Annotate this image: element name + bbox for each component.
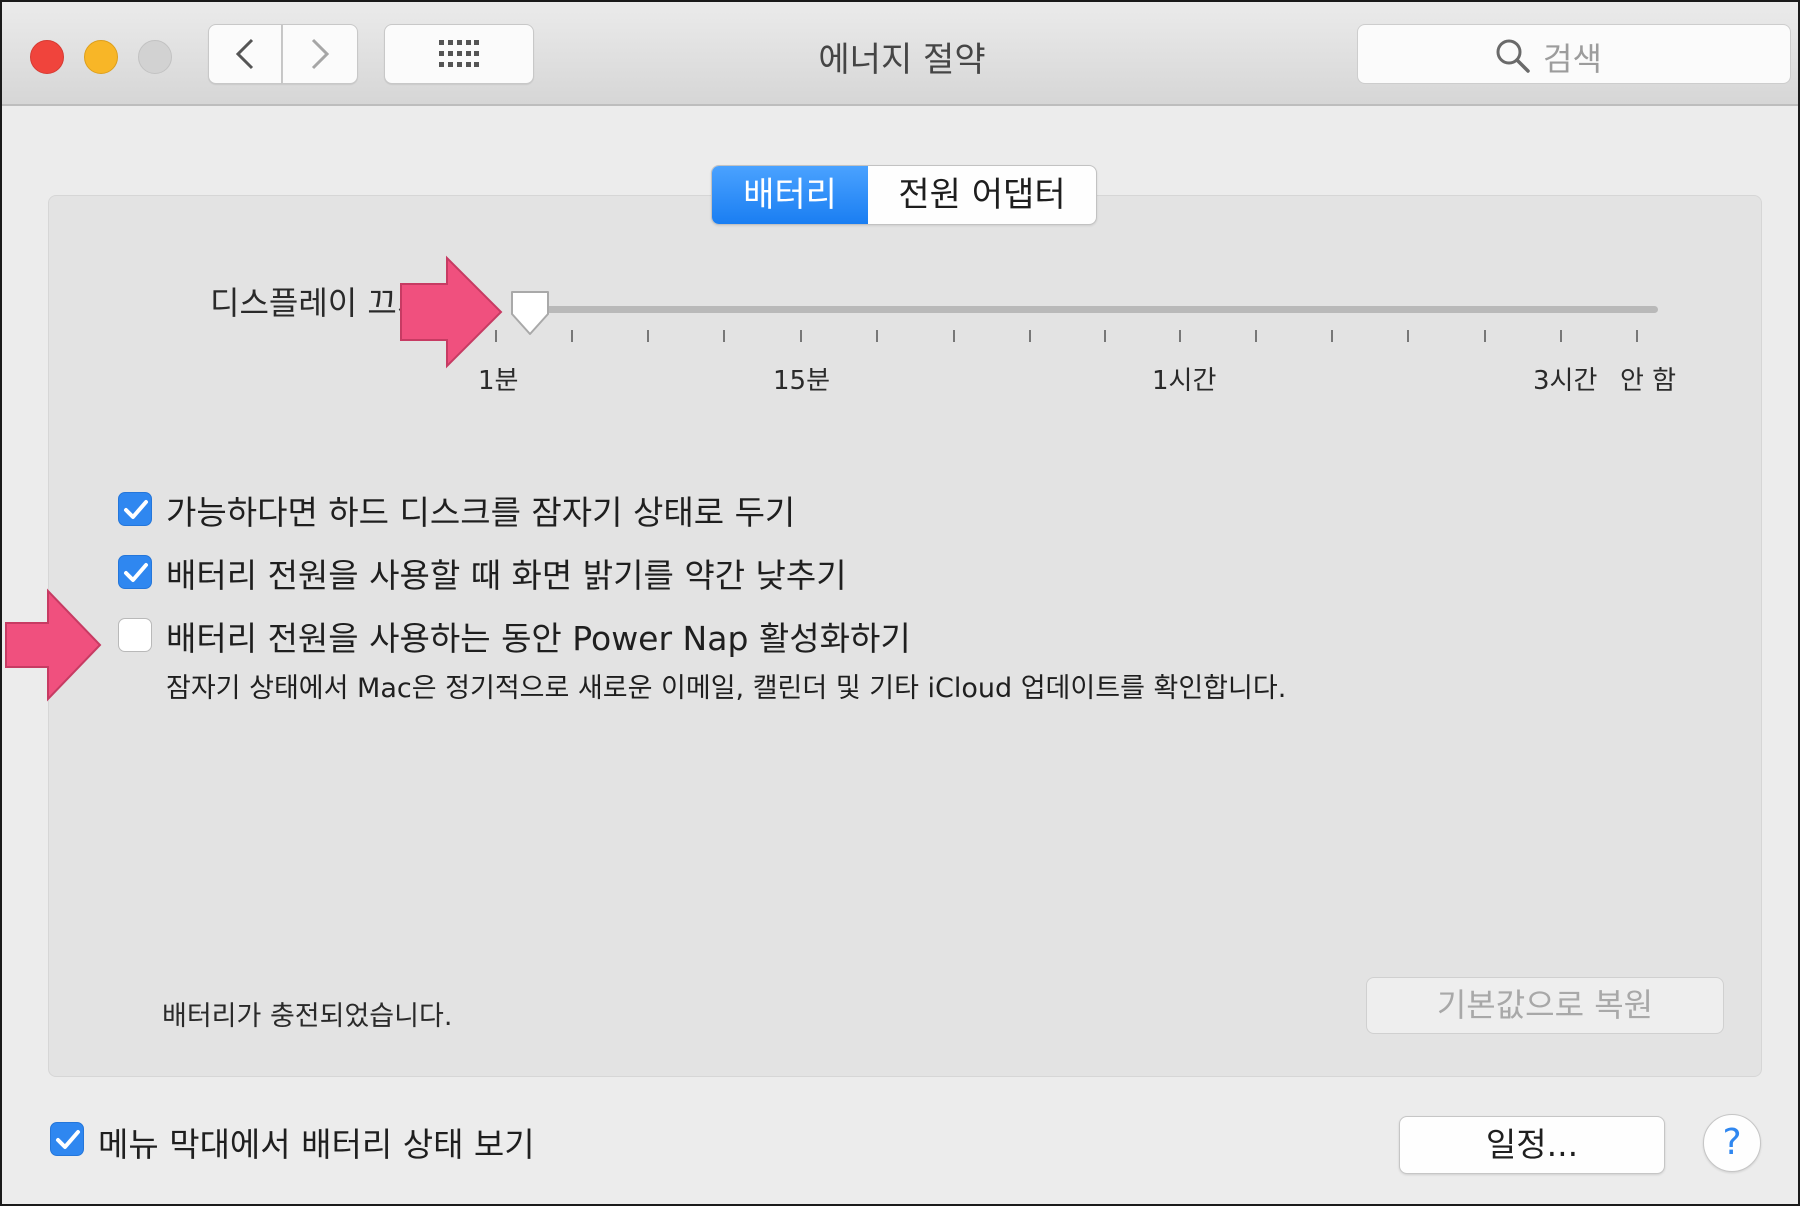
hard-disk-sleep-label: 가능하다면 하드 디스크를 잠자기 상태로 두기 <box>166 493 796 532</box>
slider-tick <box>1636 330 1638 342</box>
schedule-button[interactable]: 일정... <box>1399 1116 1665 1174</box>
close-window-button[interactable] <box>30 40 64 74</box>
slider-tick <box>1407 330 1409 342</box>
tab-battery[interactable]: 배터리 <box>712 166 868 224</box>
display-sleep-slider-track[interactable] <box>530 306 1658 313</box>
slider-tick <box>1029 330 1031 342</box>
search-field[interactable]: 검색 <box>1357 24 1791 84</box>
display-sleep-slider-thumb[interactable] <box>508 288 552 338</box>
window-title: 에너지 절약 <box>818 40 986 80</box>
chevron-right-icon <box>311 38 330 70</box>
tick-label-never: 안 함 <box>1620 366 1677 396</box>
tick-label-1hour: 1시간 <box>1152 366 1217 396</box>
power-nap-label: 배터리 전원을 사용하는 동안 Power Nap 활성화하기 <box>166 619 911 658</box>
menu-bar-battery-checkbox[interactable] <box>50 1122 84 1156</box>
slider-tick <box>723 330 725 342</box>
slider-tick <box>647 330 649 342</box>
tab-power-adapter[interactable]: 전원 어댑터 <box>868 166 1096 224</box>
slider-tick <box>1331 330 1333 342</box>
checkmark-icon <box>124 563 148 582</box>
checkmark-icon <box>56 1130 80 1149</box>
slider-tick <box>1484 330 1486 342</box>
grid-icon <box>439 40 479 67</box>
slider-tick <box>1560 330 1562 342</box>
show-all-button[interactable] <box>384 24 534 84</box>
checkmark-icon <box>124 500 148 519</box>
annotation-arrow-icon <box>400 255 503 369</box>
power-nap-description: 잠자기 상태에서 Mac은 정기적으로 새로운 이메일, 캘린더 및 기타 iC… <box>166 673 1287 704</box>
slider-tick <box>1104 330 1106 342</box>
hard-disk-sleep-checkbox[interactable] <box>118 492 152 526</box>
tick-label-15min: 15분 <box>773 366 831 396</box>
slider-tick <box>1179 330 1181 342</box>
slider-tick <box>1255 330 1257 342</box>
search-icon <box>1496 39 1530 73</box>
slider-tick <box>571 330 573 342</box>
power-nap-checkbox[interactable] <box>118 618 152 652</box>
restore-defaults-button[interactable]: 기본값으로 복원 <box>1366 977 1724 1034</box>
help-button[interactable]: ? <box>1703 1114 1761 1172</box>
title-bar: 에너지 절약 검색 <box>2 2 1798 106</box>
search-placeholder: 검색 <box>1543 40 1602 78</box>
annotation-arrow-icon <box>5 588 102 702</box>
dim-display-checkbox[interactable] <box>118 555 152 589</box>
power-source-tabs: 배터리 전원 어댑터 <box>711 165 1097 225</box>
tick-label-3hours: 3시간 <box>1533 366 1598 396</box>
dim-display-label: 배터리 전원을 사용할 때 화면 밝기를 약간 낮추기 <box>166 556 847 595</box>
display-sleep-label: 디스플레이 끄기 <box>210 284 427 322</box>
zoom-window-button[interactable] <box>138 40 172 74</box>
forward-button[interactable] <box>282 24 358 84</box>
slider-tick <box>953 330 955 342</box>
menu-bar-battery-label: 메뉴 막대에서 배터리 상태 보기 <box>98 1125 535 1164</box>
chevron-left-icon <box>235 38 254 70</box>
slider-tick <box>800 330 802 342</box>
minimize-window-button[interactable] <box>84 40 118 74</box>
battery-status-text: 배터리가 충전되었습니다. <box>162 1001 453 1032</box>
back-button[interactable] <box>208 24 282 84</box>
energy-saver-window: 에너지 절약 검색 배터리 전원 어댑터 디스플레이 끄기 1분 15분 1시간… <box>0 0 1800 1206</box>
slider-tick <box>876 330 878 342</box>
